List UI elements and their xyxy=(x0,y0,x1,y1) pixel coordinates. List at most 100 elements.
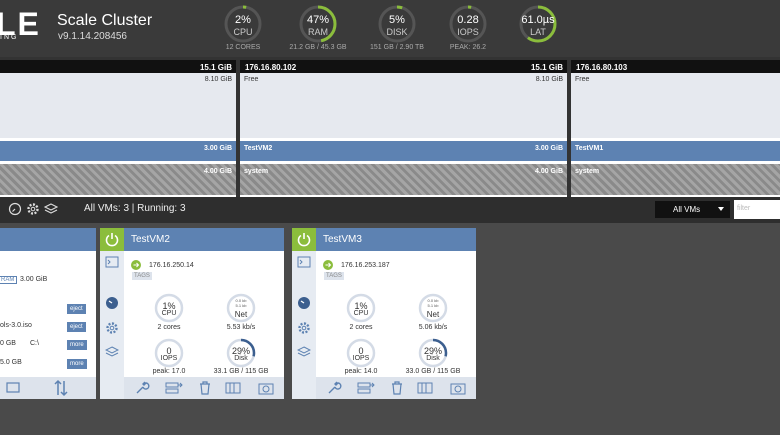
node-free-mem: 8.10 GiB xyxy=(0,73,236,138)
gear-icon[interactable] xyxy=(26,202,40,216)
chevron-down-icon xyxy=(718,207,724,211)
net-down: 5.1 kb xyxy=(235,303,247,308)
node-free-mem: Free 8.10 GiB xyxy=(240,73,567,138)
trash-icon[interactable] xyxy=(390,380,404,396)
vm-name[interactable]: TestVM3 xyxy=(323,234,362,245)
vm-ip: 176.16.250.14 xyxy=(149,262,194,269)
more-button[interactable]: more xyxy=(67,359,87,369)
node-vm-mem[interactable]: TestVM2 3.00 GiB xyxy=(240,141,567,161)
disk-usage: 33.0 GB / 115 GB xyxy=(405,368,461,375)
disk-usage: 33.1 GB / 115 GB xyxy=(213,368,269,375)
vm-name[interactable]: TestVM2 xyxy=(131,234,170,245)
node-header: 15.1 GiB xyxy=(0,60,236,73)
vm-count: All VMs: 3 | Running: 3 xyxy=(84,203,186,214)
layers-icon[interactable] xyxy=(44,202,58,216)
speed-icon[interactable] xyxy=(105,296,119,310)
gauge-label: IOPS xyxy=(457,27,479,37)
gauge-label: LAT xyxy=(530,27,546,37)
gear-icon[interactable] xyxy=(105,321,119,335)
migrate-icon[interactable] xyxy=(52,379,70,397)
iso-name: ols-3.0.iso xyxy=(0,322,32,329)
node-free-mem: Free xyxy=(571,73,780,138)
eject-button[interactable]: eject xyxy=(67,304,86,314)
card-footer xyxy=(0,377,96,399)
migrate-icon[interactable] xyxy=(356,380,376,396)
eject-button[interactable]: eject xyxy=(67,322,86,332)
node-vm-mem[interactable]: TestVM1 xyxy=(571,141,780,161)
node-1[interactable]: 15.1 GiB 8.10 GiB 3.00 GiB 4.00 GiB xyxy=(0,60,236,197)
vm-filter-select[interactable]: All VMs xyxy=(655,201,730,218)
tags-button[interactable]: TAGS xyxy=(132,272,152,280)
card-actions xyxy=(316,377,476,399)
node-header: 176.16.80.103 xyxy=(571,60,780,73)
migrate-icon[interactable] xyxy=(164,380,184,396)
power-icon xyxy=(297,233,311,247)
gauge-sub: PEAK: 26.2 xyxy=(449,44,487,51)
gear-icon[interactable] xyxy=(297,321,311,335)
node-ip: 176.16.80.102 xyxy=(245,63,297,72)
node-system-mem: 4.00 GiB xyxy=(0,164,236,195)
vm-label: TestVM1 xyxy=(575,145,604,152)
cpu-stat: 1% CPU xyxy=(346,293,376,323)
card-header xyxy=(0,228,96,251)
console-icon[interactable] xyxy=(105,256,119,268)
gauge-iops: 0.28 IOPS xyxy=(448,4,488,44)
free-mem-value: 8.10 GiB xyxy=(204,76,232,83)
vm-card[interactable]: TestVM3 176.16.253.187 TAGS 1% CPU 2 cor… xyxy=(292,228,476,399)
tags-button[interactable]: TAGS xyxy=(324,272,344,280)
filter-input[interactable]: filter xyxy=(734,200,780,219)
card-actions xyxy=(124,377,284,399)
disk-label: Disk xyxy=(426,355,440,362)
net-stat: 0.0 kb 5.1 kb Net xyxy=(418,293,448,323)
node-vm-mem[interactable]: 3.00 GiB xyxy=(0,141,236,161)
card-sidebar xyxy=(292,251,316,399)
cluster-name: Scale Cluster xyxy=(57,12,153,29)
system-label: system xyxy=(575,168,600,175)
trash-icon[interactable] xyxy=(198,380,212,396)
ram-badge: RAM xyxy=(0,276,18,284)
vm-card-partial[interactable]: RAM 3.00 GiB eject ols-3.0.iso eject 0 G… xyxy=(0,228,96,399)
wrench-icon[interactable] xyxy=(134,380,150,396)
logo-subtitle: ING xyxy=(0,34,19,41)
wrench-icon[interactable] xyxy=(326,380,342,396)
power-icon xyxy=(105,233,119,247)
gauge-value: 2% xyxy=(235,14,251,26)
net-down: 5.1 kb xyxy=(427,303,439,308)
node-system-mem: system 4.00 GiB xyxy=(240,164,567,195)
node-2[interactable]: 176.16.80.102 15.1 GiB Free 8.10 GiB TestV… xyxy=(240,60,567,197)
more-button[interactable]: more xyxy=(67,340,87,350)
gauge-cpu: 2% CPU xyxy=(223,4,263,44)
power-button[interactable] xyxy=(292,228,316,251)
layers-icon[interactable] xyxy=(105,345,119,359)
cpu-label: CPU xyxy=(161,310,177,317)
power-button[interactable] xyxy=(100,228,124,251)
net-rate: 5.06 kb/s xyxy=(418,324,448,331)
node-3[interactable]: 176.16.80.103 Free TestVM1 system xyxy=(571,60,780,197)
node-system-mem: system xyxy=(571,164,780,195)
gauge-label: CPU xyxy=(233,27,253,37)
speed-icon[interactable] xyxy=(297,296,311,310)
gauge-ram: 47% RAM xyxy=(298,4,338,44)
disk-size: 0 GB xyxy=(0,340,16,347)
card-header: TestVM2 xyxy=(100,228,284,251)
free-label: Free xyxy=(575,76,590,83)
gauge-value: 61.0µs xyxy=(521,14,555,26)
cluster-version: v9.1.14.208456 xyxy=(58,31,127,42)
console-icon[interactable] xyxy=(297,256,311,268)
layers-icon[interactable] xyxy=(297,345,311,359)
camera-icon[interactable] xyxy=(257,380,275,396)
top-bar: LE ING Scale Cluster v9.1.14.208456 2% C… xyxy=(0,0,780,57)
cpu-label: CPU xyxy=(353,310,369,317)
iops-peak: peak: 14.0 xyxy=(344,368,378,375)
snapshot-list-icon[interactable] xyxy=(224,380,242,396)
disk-stat: 29% Disk xyxy=(418,338,448,368)
system-mem-value: 4.00 GiB xyxy=(203,168,232,175)
system-label: system xyxy=(244,168,269,175)
vm-card[interactable]: TestVM2 176.16.250.14 TAGS 1% CPU 2 core… xyxy=(100,228,284,399)
speed-icon[interactable] xyxy=(8,202,22,216)
console-icon[interactable] xyxy=(4,381,22,395)
camera-icon[interactable] xyxy=(449,380,467,396)
gauge-latency: 61.0µs LAT xyxy=(518,4,558,44)
cpu-stat: 1% CPU xyxy=(154,293,184,323)
snapshot-list-icon[interactable] xyxy=(416,380,434,396)
